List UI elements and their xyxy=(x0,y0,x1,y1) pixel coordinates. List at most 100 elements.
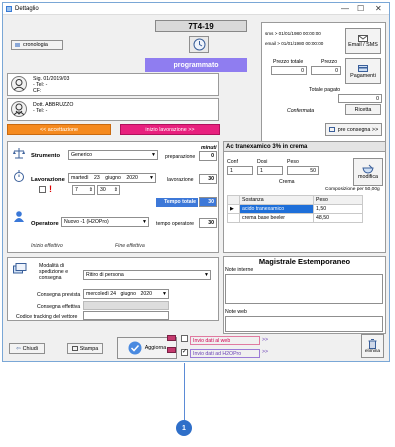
hour-stepper[interactable]: 7 ⇕ xyxy=(72,185,95,195)
modalita-select[interactable]: Ritiro di persona ▼ xyxy=(83,270,211,280)
sostanza-cell[interactable]: crema base beeler xyxy=(239,213,314,223)
magistrale-title: Magistrale Estemporaneo xyxy=(258,257,351,266)
lavorazione-checkbox[interactable] xyxy=(39,186,46,193)
pre-consegna-button[interactable]: pre consegna >> xyxy=(325,123,382,136)
dosi-field[interactable]: 1 xyxy=(257,166,283,175)
invio-web-checkbox[interactable] xyxy=(181,335,188,342)
clock-icon xyxy=(193,38,205,51)
chiudi-button[interactable]: ⇦ Chiudi xyxy=(9,343,45,354)
note-interne-field[interactable] xyxy=(225,274,383,304)
minimize-button[interactable]: — xyxy=(341,4,349,13)
table-row[interactable]: ▶ acido tranexamico 1,50 xyxy=(227,204,363,214)
prevista-day: mercoledì 24 xyxy=(86,291,116,297)
printer-icon xyxy=(71,346,78,351)
lavorazione-label: Lavorazione xyxy=(31,177,65,183)
order-code: 7T4-19 xyxy=(155,20,247,32)
lavorazione-minutes-field[interactable]: 30 xyxy=(199,174,217,184)
prezzo-totale-label: Prezzo totale xyxy=(273,59,304,65)
lavorazione-month: giugno xyxy=(105,175,121,181)
pagamenti-label: Pagamenti xyxy=(350,72,376,79)
table-header: Peso xyxy=(313,195,363,205)
accettazione-button[interactable]: << accettazione xyxy=(7,124,111,135)
strumento-value: Generico xyxy=(71,152,93,158)
check-icon xyxy=(128,341,142,355)
table-row[interactable]: crema base beeler 48,50 xyxy=(227,213,363,223)
lavorazione-date: 23 xyxy=(94,175,100,181)
close-button[interactable]: ✕ xyxy=(375,4,382,13)
peso-cell[interactable]: 1,50 xyxy=(313,204,363,214)
prevista-month: giugno xyxy=(120,291,137,297)
table-header: Sostanza xyxy=(239,195,314,205)
patient-avatar-icon xyxy=(11,76,27,92)
tracking-field[interactable] xyxy=(83,311,169,320)
note-web-label: Note web xyxy=(225,309,247,315)
totale-pagato-label: Totale pagato xyxy=(309,87,341,93)
patient-line-3: CF: xyxy=(33,88,42,94)
invio-h2o-label: Invio dati ad H2OPro xyxy=(190,349,260,358)
pagamenti-button[interactable]: Pagamenti xyxy=(345,58,381,84)
consegna-prevista-picker[interactable]: mercoledì 24 giugno 2020 ▼ xyxy=(83,289,169,299)
mortar-icon xyxy=(362,164,374,174)
sostanza-cell[interactable]: acido tranexamico xyxy=(239,204,314,214)
window-title: Dettaglio xyxy=(15,6,39,12)
invio-h2o-checkbox[interactable]: ✓ xyxy=(181,349,188,356)
dosi-label: Dosi xyxy=(257,159,268,165)
envelope-icon xyxy=(358,34,368,42)
lavorazione-date-picker[interactable]: martedì 23 giugno 2020 ▼ xyxy=(68,173,156,183)
elimina-button[interactable]: elimina xyxy=(361,334,384,358)
lavorazione-day: martedì xyxy=(71,175,89,181)
tempo-totale-field: 30 xyxy=(199,197,217,207)
preparazione-field[interactable]: 0 xyxy=(199,151,217,161)
clock-button[interactable] xyxy=(189,36,209,53)
minute-stepper[interactable]: 30 ⇕ xyxy=(97,185,120,195)
row-marker: ▶ xyxy=(227,204,240,214)
maximize-button[interactable]: ☐ xyxy=(357,4,364,13)
tempo-operatore-field[interactable]: 30 xyxy=(199,218,217,228)
strumento-label: Strumento xyxy=(31,153,60,159)
h2o-upload-icon xyxy=(167,347,176,353)
operator-icon xyxy=(14,211,24,222)
modifica-button[interactable]: modifica xyxy=(353,158,383,186)
modalita-value: Ritiro di persona xyxy=(86,272,124,278)
note-web-field[interactable] xyxy=(225,316,383,332)
exit-icon: ⇦ xyxy=(16,345,21,352)
hour-value: 7 xyxy=(75,187,78,193)
calendar-dropdown-icon: ▼ xyxy=(162,291,167,297)
pre-consegna-label: pre consegna >> xyxy=(337,126,379,133)
consegna-effettiva-field xyxy=(83,301,169,310)
lavorazione-minutes-label: lavorazione xyxy=(167,177,194,183)
title-bar: Dettaglio — ☐ ✕ xyxy=(3,3,389,15)
prezzo-totale-field[interactable]: 0 xyxy=(271,66,307,75)
inizio-lavorazione-button[interactable]: inizio lavorazione >> xyxy=(120,124,220,135)
h2o-link-icon: >> xyxy=(262,349,269,355)
ricetta-button[interactable]: Ricetta xyxy=(345,104,381,115)
stampa-button[interactable]: Stampa xyxy=(67,343,103,354)
tracking-label: Codice tracking del vettore xyxy=(16,314,78,320)
consegna-prevista-label: Consegna prevista xyxy=(37,292,81,298)
email-sms-button[interactable]: Email / SMS xyxy=(345,28,381,54)
minute-value: 30 xyxy=(100,187,106,193)
cronologia-button[interactable]: cronologia xyxy=(11,40,63,50)
prezzo-label: Prezzo xyxy=(321,59,338,65)
web-upload-icon xyxy=(167,335,176,341)
peso-cell[interactable]: 48,50 xyxy=(313,213,363,223)
chiudi-label: Chiudi xyxy=(22,345,38,352)
lavorazione-year: 2020 xyxy=(126,175,138,181)
payment-icon xyxy=(358,64,368,72)
peso-field[interactable]: 50 xyxy=(287,166,319,175)
modalita-label: Modalità di spedizione e consegna xyxy=(39,263,69,281)
prezzo-field[interactable]: 0 xyxy=(311,66,341,75)
sms-info: sms > 01/01/1980 00:00:00 xyxy=(265,31,321,36)
doctor-line-2: - Tel: - xyxy=(33,108,48,114)
totale-pagato-field[interactable]: 0 xyxy=(338,94,382,103)
operatore-select[interactable]: Nuovo -1 (H2OPro) ▼ xyxy=(61,217,149,227)
conf-field[interactable]: 1 xyxy=(227,166,253,175)
elimina-label: elimina xyxy=(364,348,381,354)
callout-line xyxy=(184,363,185,421)
stopwatch-icon xyxy=(14,170,24,182)
flag-icon xyxy=(15,43,20,47)
strumento-select[interactable]: Generico ▼ xyxy=(68,150,158,160)
tempo-totale-label: Tempo totale xyxy=(156,198,198,207)
operatore-label: Operatore xyxy=(31,221,59,227)
tempo-operatore-label: tempo operatore xyxy=(156,221,195,227)
